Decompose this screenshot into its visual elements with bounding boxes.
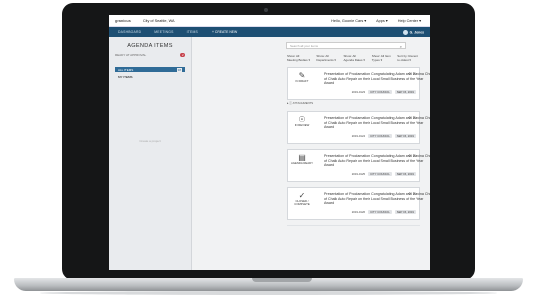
user-name: G. Jones xyxy=(409,29,424,34)
approval-count-badge: 2 xyxy=(180,53,185,57)
item-card[interactable]: ☉ IN REVIEW Presentation of Proclamation … xyxy=(287,111,430,144)
content-area: AGENDA ITEMS READY AT APPROVAL 2 ALL ITE… xyxy=(109,37,430,270)
account-menu[interactable]: Hello, Goonie Cars ▾ xyxy=(331,19,366,23)
move-icon[interactable]: ✜ xyxy=(408,153,411,158)
item-card[interactable]: ✓ CLOSED / COMPLETE Presentation of Procl… xyxy=(287,187,430,220)
sidebar-empty-text: Create a project xyxy=(139,139,161,143)
nav-dashboard[interactable]: DASHBOARD xyxy=(118,30,141,34)
filter-meeting-bodies[interactable]: Show: All Meeting Bodies ▾ xyxy=(287,54,310,62)
filter-departments[interactable]: Show: All Departments ▾ xyxy=(316,54,337,62)
item-meta: 2019-0123 CITY COUNCIL SEP 15, 2019 xyxy=(351,90,416,94)
top-links: Hello, Goonie Cars ▾ Apps ▾ Help Center … xyxy=(331,18,430,23)
sidebar-item-all-items[interactable]: ALL ITEMS 38 xyxy=(115,67,185,72)
item-status: ▤ AGENDA READY xyxy=(288,153,316,165)
item-actions: ✜ ✕ xyxy=(408,71,416,76)
items-list: Search all your items ⌕ Show: All Meetin… xyxy=(192,37,430,270)
laptop-notch xyxy=(252,278,312,282)
item-meta: 2019-0124 CITY COUNCIL SEP 15, 2019 xyxy=(351,134,416,138)
delete-icon[interactable]: ✕ xyxy=(413,191,416,196)
apps-menu[interactable]: Apps ▾ xyxy=(376,19,388,23)
all-items-label: ALL ITEMS xyxy=(118,67,134,72)
item-actions: ✜ ✕ xyxy=(408,191,416,196)
search-icon[interactable]: ⌕ xyxy=(400,43,402,50)
sidebar-title: AGENDA ITEMS xyxy=(127,43,173,49)
screen: granicus City of Seattle, WA Hello, Goon… xyxy=(109,15,430,270)
move-icon[interactable]: ✜ xyxy=(408,191,411,196)
nav-meetings[interactable]: MEETINGS xyxy=(154,30,173,34)
attachments-toggle[interactable]: ▸ ⓘ ATTACHMENTS xyxy=(287,101,420,105)
search-placeholder: Search all your items xyxy=(290,44,319,48)
sidebar: AGENDA ITEMS READY AT APPROVAL 2 ALL ITE… xyxy=(109,37,192,270)
item-card[interactable]: ✎ IN DRAFT Presentation of Proclamation C… xyxy=(287,67,430,100)
item-meta: 2019-0125 CITY COUNCIL SEP 15, 2019 xyxy=(351,172,416,176)
nav-bar: DASHBOARD MEETINGS ITEMS + CREATE NEW G.… xyxy=(109,27,430,37)
search-input[interactable]: Search all your items ⌕ xyxy=(286,42,406,49)
filter-item-types[interactable]: Show: All Item Types ▾ xyxy=(372,54,391,62)
logo: granicus xyxy=(115,18,131,23)
item-status: ☉ IN REVIEW xyxy=(288,115,316,127)
user-icon xyxy=(402,29,408,35)
item-card[interactable]: ▤ AGENDA READY Presentation of Proclamati… xyxy=(287,149,430,182)
delete-icon[interactable]: ✕ xyxy=(413,115,416,120)
item-status: ✎ IN DRAFT xyxy=(288,71,316,83)
city-name: City of Seattle, WA xyxy=(142,18,175,23)
laptop-shadow xyxy=(40,291,497,295)
item-meta: 2019-0126 CITY COUNCIL SEP 15, 2019 xyxy=(351,210,416,214)
filter-agenda-dates[interactable]: Show: All Agenda Dates ▾ xyxy=(344,54,366,62)
user-menu[interactable]: G. Jones xyxy=(402,29,424,35)
help-center-menu[interactable]: Help Center ▾ xyxy=(398,19,421,23)
sidebar-item-my-items[interactable]: MY ITEMS xyxy=(115,74,185,79)
all-items-count: 38 xyxy=(176,67,182,72)
delete-icon[interactable]: ✕ xyxy=(413,71,416,76)
nav-items[interactable]: ITEMS xyxy=(187,30,198,34)
create-new-button[interactable]: + CREATE NEW xyxy=(212,30,237,34)
top-bar: granicus City of Seattle, WA Hello, Goon… xyxy=(109,15,430,27)
laptop-base xyxy=(14,278,523,291)
move-icon[interactable]: ✜ xyxy=(408,115,411,120)
item-status: ✓ CLOSED / COMPLETE xyxy=(288,191,316,207)
sort-select[interactable]: Sort by: Recent to oldest ▾ xyxy=(397,54,420,62)
my-items-label: MY ITEMS xyxy=(118,74,133,79)
item-actions: ✜ ✕ xyxy=(408,153,416,158)
item-actions: ✜ ✕ xyxy=(408,115,416,120)
approval-label: READY AT APPROVAL xyxy=(115,53,147,57)
sidebar-approval[interactable]: READY AT APPROVAL 2 xyxy=(115,53,185,57)
filter-bar: Show: All Meeting Bodies ▾ Show: All Dep… xyxy=(287,54,420,62)
delete-icon[interactable]: ✕ xyxy=(413,153,416,158)
move-icon[interactable]: ✜ xyxy=(408,71,411,76)
next-card-edge xyxy=(287,225,420,226)
camera-dot xyxy=(264,8,268,12)
